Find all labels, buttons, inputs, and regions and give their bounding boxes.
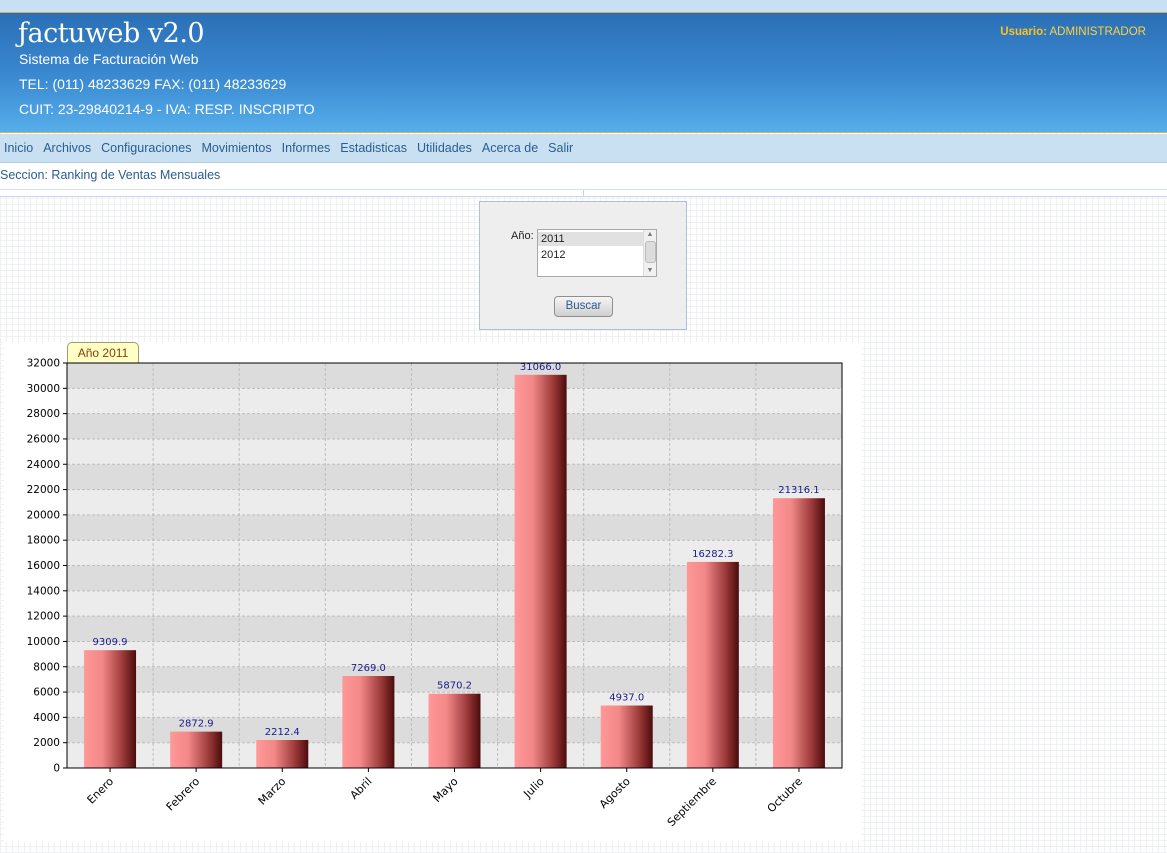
menu-configuraciones[interactable]: Configuraciones [101,141,191,155]
year-select-scrollbar[interactable]: ▲ ▼ [643,230,656,276]
user-info: Usuario: ADMINISTRADOR [1000,26,1146,38]
divider [0,190,1167,197]
scroll-down-icon[interactable]: ▼ [644,266,656,276]
user-name: ADMINISTRADOR [1049,26,1146,38]
app-logo: ƒactuweb v2.0 [18,18,205,49]
year-label: Año: [511,230,534,242]
scroll-thumb[interactable] [645,241,656,263]
buscar-button[interactable]: Buscar [554,296,613,317]
section-title: Seccion: Ranking de Ventas Mensuales [0,168,221,182]
section-bar: Seccion: Ranking de Ventas Mensuales [0,163,1167,190]
menu-archivos[interactable]: Archivos [43,141,91,155]
app-header: ƒactuweb v2.0 Sistema de Facturación Web… [0,12,1167,133]
year-filter-form: Año: 2011 2012 ▲ ▼ Buscar [479,201,687,330]
menu-movimientos[interactable]: Movimientos [201,141,271,155]
menu-salir[interactable]: Salir [548,141,573,155]
contact-phone: TEL: (011) 48233629 FAX: (011) 48233629 [19,76,287,92]
top-strip [0,0,1167,12]
chart-panel [4,342,862,842]
scroll-up-icon[interactable]: ▲ [644,230,656,240]
main-menu: Inicio Archivos Configuraciones Movimien… [0,134,1167,163]
user-label: Usuario: [1000,26,1047,38]
menu-informes[interactable]: Informes [282,141,331,155]
chart-year-tab[interactable]: Año 2011 [67,342,139,363]
menu-utilidades[interactable]: Utilidades [417,141,472,155]
year-select[interactable]: 2011 2012 ▲ ▼ [537,229,657,277]
year-option[interactable]: 2012 [538,248,656,262]
year-option[interactable]: 2011 [538,232,656,246]
app-subtitle: Sistema de Facturación Web [19,51,199,67]
menu-estadisticas[interactable]: Estadisticas [340,141,407,155]
menu-acerca-de[interactable]: Acerca de [482,141,538,155]
menu-inicio[interactable]: Inicio [4,141,33,155]
company-cuit: CUIT: 23-29840214-9 - IVA: RESP. INSCRIP… [19,101,315,117]
